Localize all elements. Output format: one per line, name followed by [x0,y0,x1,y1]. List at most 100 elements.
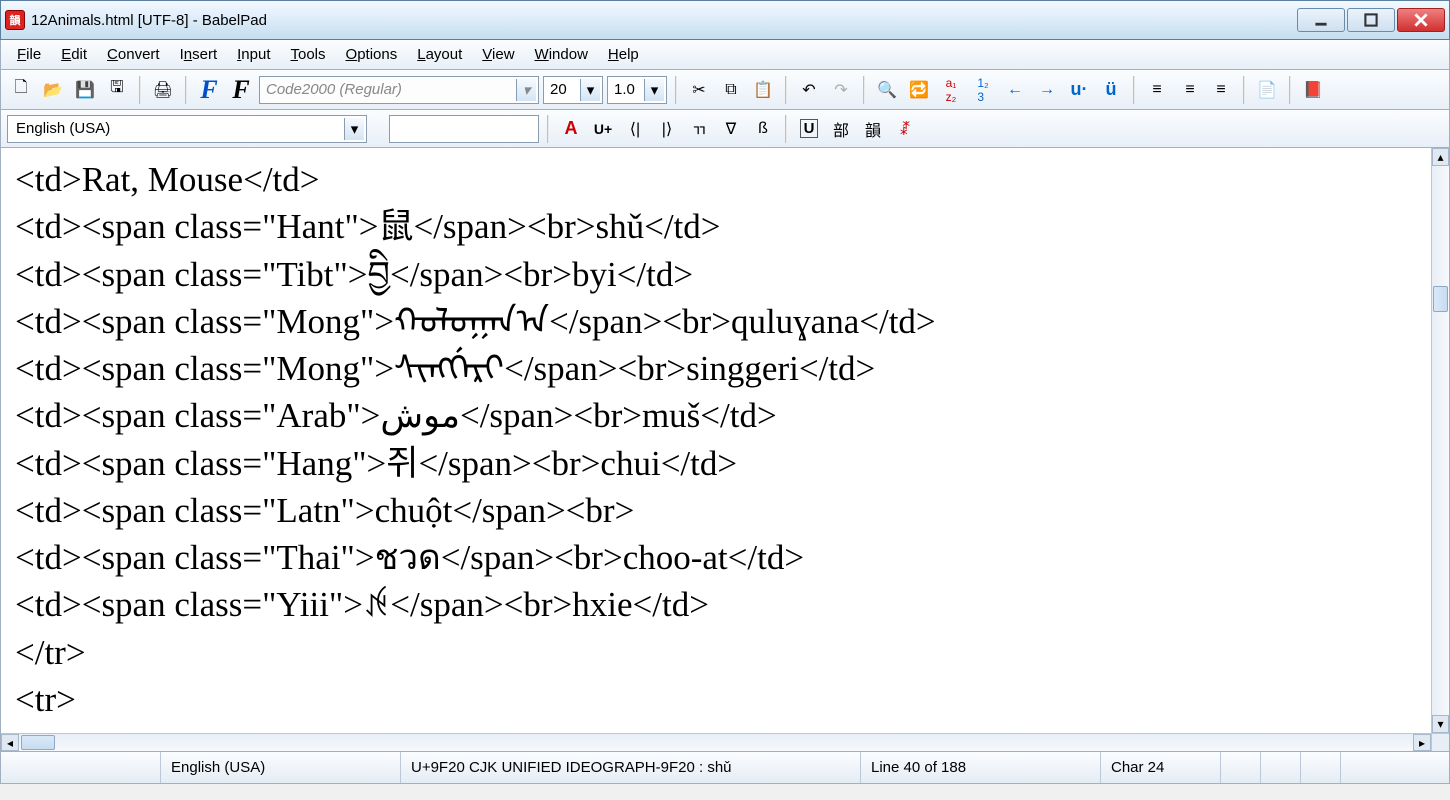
menu-view[interactable]: View [472,40,524,69]
horizontal-scrollbar[interactable]: ◂ ▸ [1,733,1431,751]
separator [185,76,187,104]
titlebar: 韻 12Animals.html [UTF-8] - BabelPad [0,0,1450,40]
status-line: Line 40 of 188 [861,752,1101,783]
scroll-down-icon[interactable]: ▾ [1432,715,1449,733]
separator [1289,76,1291,104]
maximize-button[interactable] [1347,8,1395,32]
brackets-right-icon[interactable]: |⟩ [653,115,681,143]
status-empty-2 [1221,752,1261,783]
document-settings-icon[interactable]: 📄 [1253,76,1281,104]
u-compose-icon[interactable]: ü [1097,76,1125,104]
status-empty-4 [1301,752,1341,783]
menu-insert[interactable]: Insert [170,40,228,69]
menu-window[interactable]: Window [525,40,598,69]
char-a-icon[interactable]: A [557,115,585,143]
font-size-select[interactable]: 20 ▾ [543,76,603,104]
scroll-thumb-h[interactable] [21,735,55,750]
status-empty-1 [1,752,161,783]
window-controls [1297,8,1445,32]
editor-area[interactable]: <td>Rat, Mouse</td> <td><span class="Han… [0,148,1450,752]
menu-layout[interactable]: Layout [407,40,472,69]
replace-icon[interactable]: 🔁 [905,76,933,104]
arrow-left-icon[interactable]: ← [1001,76,1029,104]
statusbar: English (USA) U+9F20 CJK UNIFIED IDEOGRA… [0,752,1450,784]
special-char-3-icon[interactable]: ß [749,115,777,143]
menu-options[interactable]: Options [336,40,408,69]
menu-convert[interactable]: Convert [97,40,170,69]
font-select[interactable]: Code2000 (Regular) ▾ [259,76,539,104]
status-empty-3 [1261,752,1301,783]
chevron-down-icon[interactable]: ▾ [344,118,364,140]
line-spacing-value: 1.0 [614,81,635,98]
menu-edit[interactable]: Edit [51,40,97,69]
language-value: English (USA) [16,120,110,137]
align-center-icon[interactable]: ≡ [1175,76,1203,104]
sort-az-icon[interactable]: a₁z₂ [937,76,965,104]
separator [675,76,677,104]
yi-radical-icon[interactable]: ꊨ [891,115,919,143]
scroll-corner [1431,733,1449,751]
copy-icon[interactable]: ⧉ [717,76,745,104]
cut-icon[interactable]: ✂ [685,76,713,104]
align-left-icon[interactable]: ≡ [1143,76,1171,104]
new-file-icon[interactable]: 🗋 [7,76,35,104]
minimize-button[interactable] [1297,8,1345,32]
scroll-right-icon[interactable]: ▸ [1413,734,1431,751]
chevron-down-icon[interactable]: ▾ [516,79,536,101]
toolbar-secondary: English (USA) ▾ A U+ ⟨| |⟩ ㄲ ᐁ ß U 部 韻 ꊨ [0,110,1450,148]
print-icon[interactable]: 🖨 [149,76,177,104]
separator [1133,76,1135,104]
vertical-scrollbar[interactable]: ▴ ▾ [1431,148,1449,733]
language-select[interactable]: English (USA) ▾ [7,115,367,143]
boxed-u-icon[interactable]: U [795,115,823,143]
menu-help[interactable]: Help [598,40,649,69]
redo-icon[interactable]: ↷ [827,76,855,104]
paste-icon[interactable]: 📋 [749,76,777,104]
separator [139,76,141,104]
separator [547,115,549,143]
search-input[interactable] [389,115,539,143]
app-icon: 韻 [5,10,25,30]
scroll-up-icon[interactable]: ▴ [1432,148,1449,166]
font-mode-1-button[interactable]: F [195,76,223,104]
align-right-icon[interactable]: ≡ [1207,76,1235,104]
chevron-down-icon[interactable]: ▾ [580,79,600,101]
u-decompose-icon[interactable]: u· [1065,76,1093,104]
separator [863,76,865,104]
help-book-icon[interactable]: 📕 [1299,76,1327,104]
arrow-right-icon[interactable]: → [1033,76,1061,104]
brackets-left-icon[interactable]: ⟨| [621,115,649,143]
separator [785,76,787,104]
scroll-left-icon[interactable]: ◂ [1,734,19,751]
scroll-thumb[interactable] [1433,286,1448,312]
status-codepoint: U+9F20 CJK UNIFIED IDEOGRAPH-9F20 : shǔ [401,752,861,783]
line-spacing-select[interactable]: 1.0 ▾ [607,76,667,104]
close-button[interactable] [1397,8,1445,32]
status-language: English (USA) [161,752,401,783]
special-char-2-icon[interactable]: ᐁ [717,115,745,143]
editor-content[interactable]: <td>Rat, Mouse</td> <td><span class="Han… [1,148,1449,731]
font-size-value: 20 [550,81,567,98]
window-title: 12Animals.html [UTF-8] - BabelPad [31,12,1297,29]
find-icon[interactable]: 🔍 [873,76,901,104]
font-mode-2-button[interactable]: F [227,76,255,104]
scroll-track[interactable] [1432,166,1449,715]
status-empty-5 [1341,752,1449,783]
u-plus-icon[interactable]: U+ [589,115,617,143]
sort-12-icon[interactable]: 1₂3 [969,76,997,104]
menu-file[interactable]: File [7,40,51,69]
font-name: Code2000 (Regular) [266,81,402,98]
open-file-icon[interactable]: 📂 [39,76,67,104]
menu-tools[interactable]: Tools [281,40,336,69]
menu-input[interactable]: Input [227,40,280,69]
separator [785,115,787,143]
cjk-radical-1-icon[interactable]: 部 [827,115,855,143]
separator [1243,76,1245,104]
save-icon[interactable]: 💾 [71,76,99,104]
save-all-icon[interactable]: 🖫 [103,76,131,104]
chevron-down-icon[interactable]: ▾ [644,79,664,101]
status-char: Char 24 [1101,752,1221,783]
special-char-1-icon[interactable]: ㄲ [685,115,713,143]
cjk-radical-2-icon[interactable]: 韻 [859,115,887,143]
undo-icon[interactable]: ↶ [795,76,823,104]
